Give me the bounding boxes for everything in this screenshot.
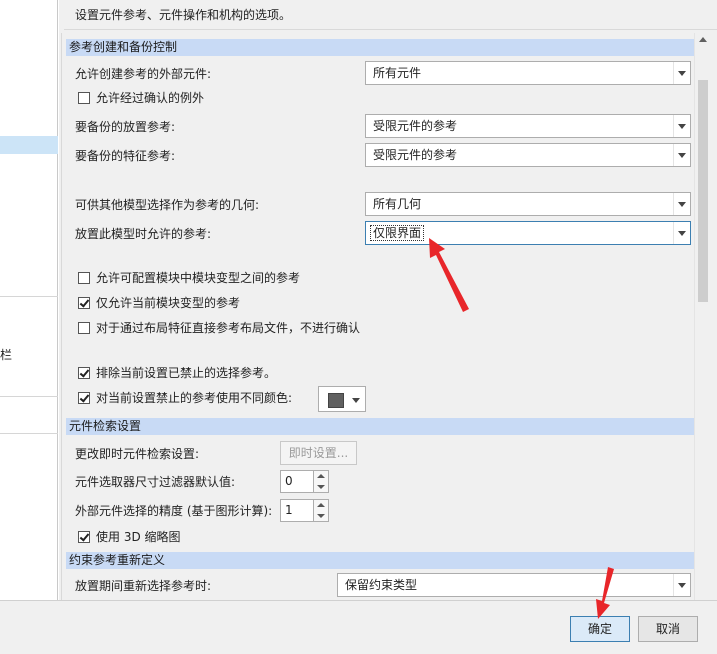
geom-available-dropdown[interactable]: 所有几何 <box>365 192 691 216</box>
allow-config-module-refs-label: 允许可配置模块中模块变型之间的参考 <box>96 271 301 285</box>
chevron-down-icon[interactable] <box>352 398 360 403</box>
layout-refs-no-confirm-label: 对于通过布局特征直接参考布局文件，不进行确认 <box>96 321 361 335</box>
layout-refs-no-confirm-checkbox[interactable] <box>78 322 90 334</box>
left-nav-divider <box>0 296 58 297</box>
reselect-dropdown[interactable]: 保留约束类型 <box>337 573 691 597</box>
scroll-up-icon[interactable] <box>699 37 707 42</box>
dropdown-value: 受限元件的参考 <box>373 119 458 133</box>
different-color-label: 对当前设置禁止的参考使用不同颜色: <box>96 391 293 405</box>
chevron-down-icon[interactable] <box>673 62 690 84</box>
cancel-button[interactable]: 取消 <box>638 616 698 642</box>
size-filter-input[interactable]: 0 <box>280 470 314 493</box>
allow-confirmed-exceptions-checkbox[interactable] <box>78 92 90 104</box>
prohibited-color-picker[interactable] <box>318 386 366 412</box>
dropdown-value: 所有几何 <box>373 197 422 211</box>
vertical-scrollbar[interactable] <box>694 33 711 600</box>
feature-backup-label: 要备份的特征参考: <box>75 149 176 163</box>
scrollbar-thumb[interactable] <box>698 80 708 302</box>
color-swatch <box>328 393 344 408</box>
left-nav-divider <box>0 396 58 397</box>
different-color-checkbox[interactable] <box>78 392 90 404</box>
allow-confirmed-exceptions-label: 允许经过确认的例外 <box>96 91 205 105</box>
stepper-down-icon[interactable] <box>317 514 325 518</box>
allow-external-dropdown[interactable]: 所有元件 <box>365 61 691 85</box>
precision-stepper[interactable] <box>313 499 329 522</box>
exclude-prohibited-checkbox[interactable] <box>78 367 90 379</box>
left-nav-selected-item[interactable] <box>0 136 58 154</box>
annotation-arrow-icon <box>596 567 614 619</box>
dropdown-value: 所有元件 <box>373 66 422 80</box>
chevron-down-icon[interactable] <box>673 574 690 596</box>
allow-external-label: 允许创建参考的外部元件: <box>75 67 212 81</box>
chevron-down-icon[interactable] <box>673 193 690 215</box>
size-filter-stepper[interactable] <box>313 470 329 493</box>
exclude-prohibited-label: 排除当前设置已禁止的选择参考。 <box>96 366 277 380</box>
page-description: 设置元件参考、元件操作和机构的选项。 <box>75 8 292 22</box>
stepper-up-icon[interactable] <box>317 503 325 507</box>
stepper-down-icon[interactable] <box>317 485 325 489</box>
left-nav-item-label[interactable]: 栏 <box>0 346 12 363</box>
dropdown-value: 保留约束类型 <box>345 578 418 592</box>
left-nav-divider <box>0 433 58 434</box>
allowed-refs-dropdown[interactable]: 仅限界面 <box>365 221 691 245</box>
chevron-down-icon[interactable] <box>673 222 690 244</box>
chevron-down-icon[interactable] <box>673 144 690 166</box>
stepper-up-icon[interactable] <box>317 474 325 478</box>
use-3d-thumbnail-label: 使用 3D 缩略图 <box>96 530 181 544</box>
annotation-arrow-icon <box>429 238 469 312</box>
section-header-ref-creation: 参考创建和备份控制 <box>66 39 694 56</box>
precision-label: 外部元件选择的精度 (基于图形计算): <box>75 504 273 518</box>
instant-retrieval-label: 更改即时元件检索设置: <box>75 447 200 461</box>
geom-available-label: 可供其他模型选择作为参考的几何: <box>75 198 260 212</box>
size-filter-label: 元件选取器尺寸过滤器默认值: <box>75 475 236 489</box>
placement-backup-label: 要备份的放置参考: <box>75 120 176 134</box>
allowed-refs-label: 放置此模型时允许的参考: <box>75 227 212 241</box>
only-current-variant-refs-checkbox[interactable] <box>78 297 90 309</box>
chevron-down-icon[interactable] <box>673 115 690 137</box>
allow-config-module-refs-checkbox[interactable] <box>78 272 90 284</box>
instant-settings-button[interactable]: 即时设置... <box>280 441 357 465</box>
only-current-variant-refs-label: 仅允许当前模块变型的参考 <box>96 296 241 310</box>
section-header-component-retrieval: 元件检索设置 <box>66 418 694 435</box>
description-divider <box>64 29 717 30</box>
feature-backup-dropdown[interactable]: 受限元件的参考 <box>365 143 691 167</box>
left-nav-panel <box>0 0 58 600</box>
reselect-label: 放置期间重新选择参考时: <box>75 579 212 593</box>
placement-backup-dropdown[interactable]: 受限元件的参考 <box>365 114 691 138</box>
use-3d-thumbnail-checkbox[interactable] <box>78 531 90 543</box>
precision-input[interactable]: 1 <box>280 499 314 522</box>
dropdown-value: 受限元件的参考 <box>373 148 458 162</box>
